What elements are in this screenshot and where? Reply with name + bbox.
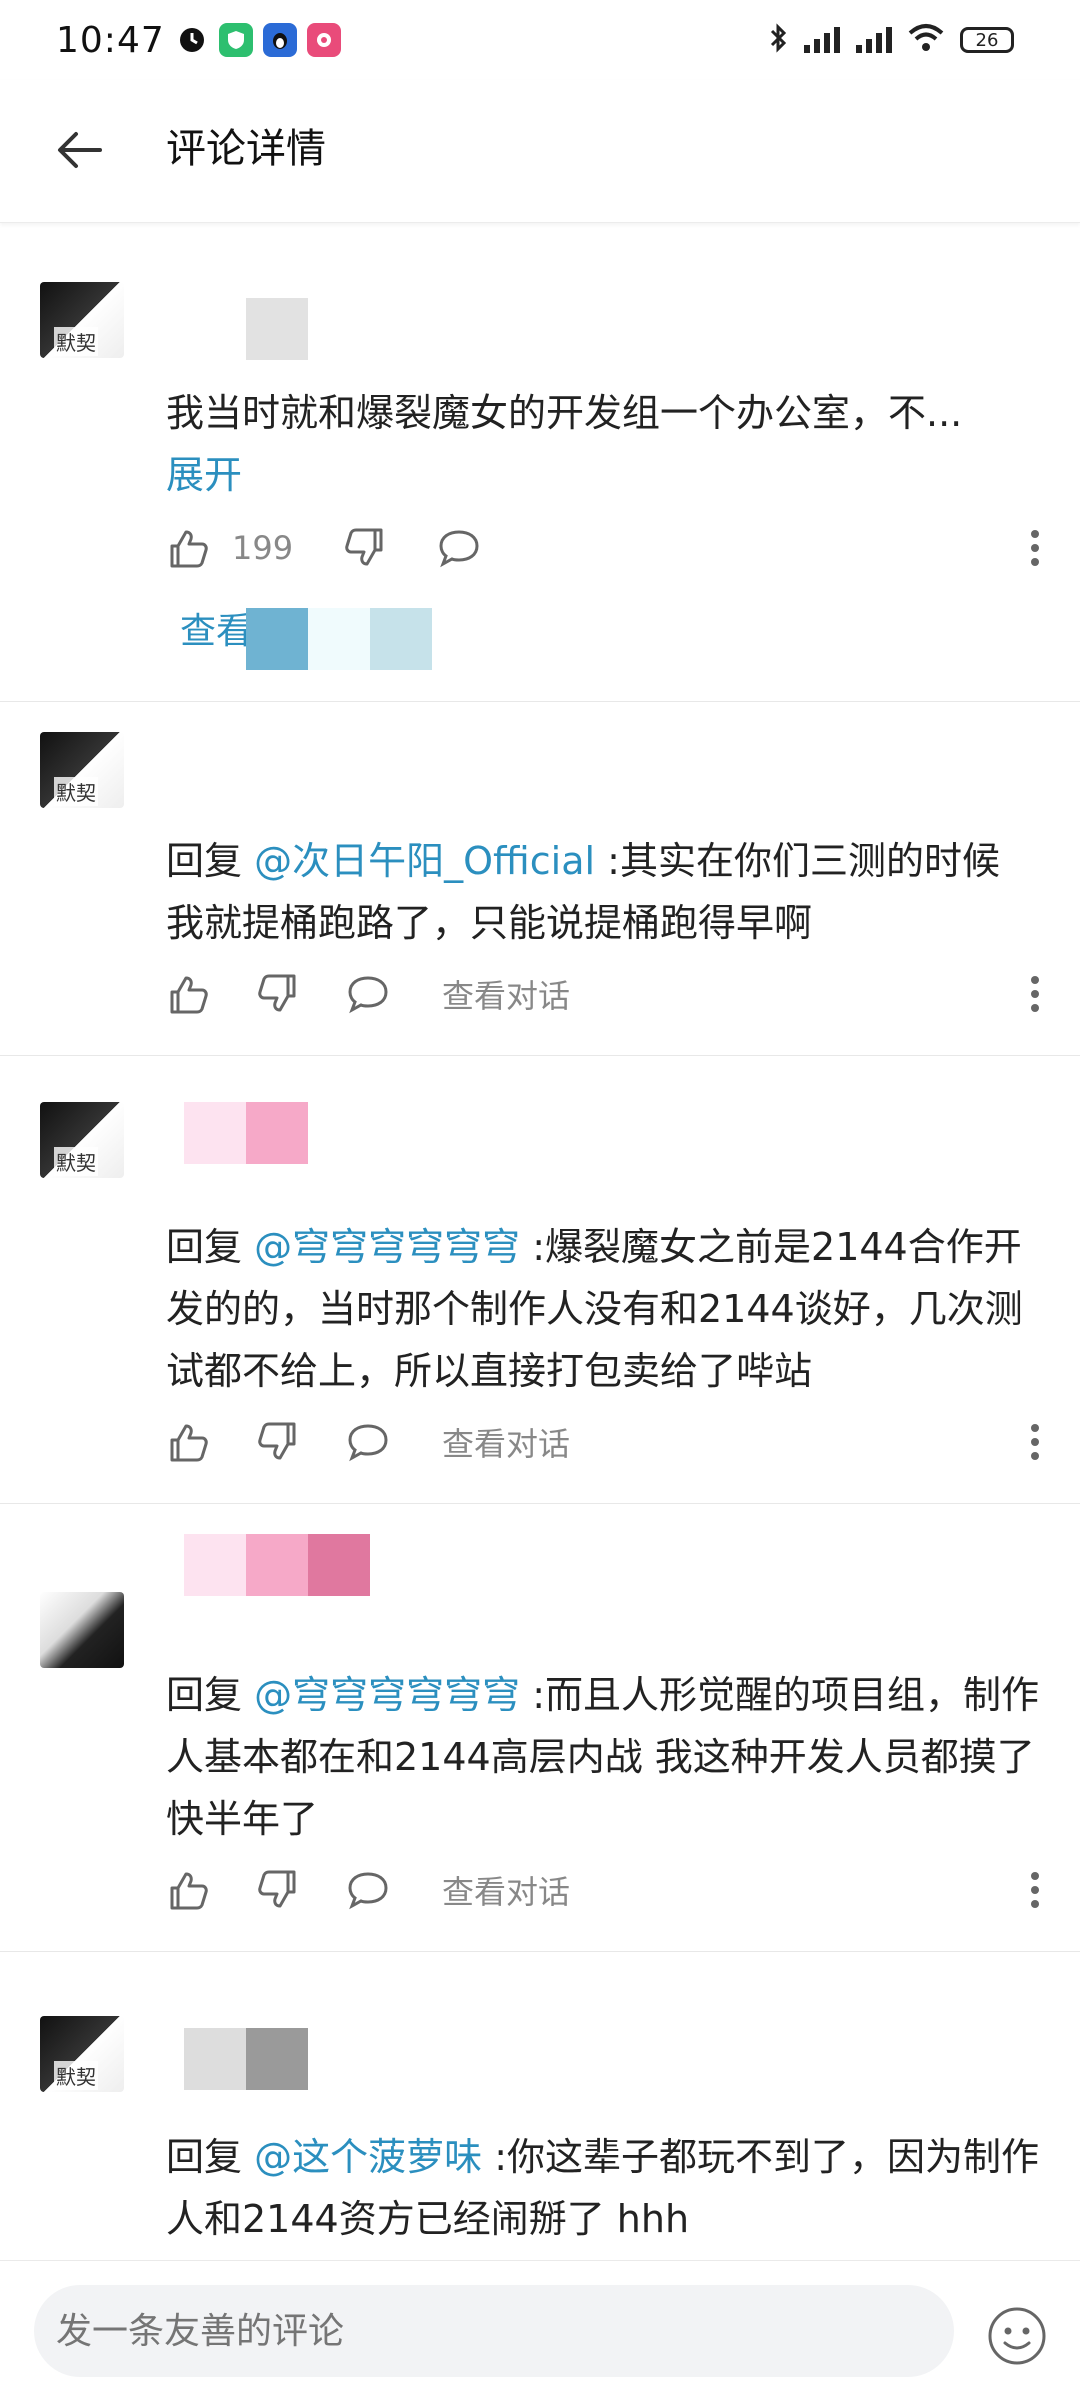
reply-prefix: 回复	[166, 839, 243, 883]
app-notification-icon	[306, 23, 341, 57]
wifi-icon	[908, 23, 944, 57]
mention-link[interactable]: @次日午阳_Official	[254, 839, 595, 883]
smiley-icon[interactable]	[986, 2305, 1048, 2367]
comment-text: 回复 @次日午阳_Official :其实在你们三测的时候 我就提桶跑路了，只能…	[166, 830, 1040, 954]
more-vertical-icon[interactable]	[1030, 1420, 1040, 1464]
shield-icon	[218, 23, 253, 57]
comment-text: 回复 @这个菠萝味 :你这辈子都玩不到了，因为制作人和2144资方已经闹掰了 h…	[166, 2126, 1040, 2250]
username-mosaic	[184, 2028, 308, 2090]
username-mosaic	[246, 298, 308, 360]
username-mosaic	[184, 1534, 370, 1596]
view-dialog-link[interactable]: 查看对话	[442, 1419, 570, 1465]
signal-icon	[856, 27, 892, 53]
thumbs-up-icon[interactable]	[166, 972, 210, 1016]
comment-item: 默契 回复 @穹穹穹穹穹穹 :爆裂魔女之前是2144合作开发的的，当时那个制作人…	[0, 1056, 1080, 1504]
comment-actions: 查看对话	[166, 1412, 1040, 1472]
mention-link[interactable]: @穹穹穹穹穹穹	[254, 1673, 520, 1717]
view-dialog-link[interactable]: 查看对话	[442, 1867, 570, 1913]
speech-bubble-icon[interactable]	[346, 972, 390, 1016]
thumbs-up-icon[interactable]	[166, 1420, 210, 1464]
avatar-name: 默契	[54, 1147, 98, 1176]
avatar-name: 默契	[54, 777, 98, 806]
penguin-icon	[262, 23, 297, 57]
back-arrow-icon[interactable]	[50, 120, 110, 180]
comment-actions: 199	[166, 518, 1040, 578]
thumbs-up-icon[interactable]	[166, 1868, 210, 1912]
battery-icon: 26	[960, 27, 1014, 53]
comment-actions: 查看对话	[166, 964, 1040, 1024]
page-title: 评论详情	[166, 126, 326, 172]
comment-list: 默契 我当时就和爆裂魔女的开发组一个办公室，不... 展开 199 查看视 默契…	[0, 222, 1080, 2260]
comment-text: 我当时就和爆裂魔女的开发组一个办公室，不...	[166, 391, 963, 435]
username-mosaic	[184, 1102, 308, 1164]
avatar-name: 默契	[54, 327, 98, 356]
avatar[interactable]	[40, 1592, 124, 1668]
reply-prefix: 回复	[166, 1225, 243, 1269]
reply-prefix: 回复	[166, 2135, 243, 2179]
thumbs-up-icon[interactable]	[166, 526, 210, 570]
speech-bubble-icon[interactable]	[437, 526, 481, 570]
avatar[interactable]: 默契	[40, 1102, 124, 1178]
more-vertical-icon[interactable]	[1030, 972, 1040, 1016]
avatar[interactable]: 默契	[40, 2016, 124, 2092]
comment-text: 回复 @穹穹穹穹穹穹 :爆裂魔女之前是2144合作开发的的，当时那个制作人没有和…	[166, 1216, 1040, 1402]
comment-item: 默契 我当时就和爆裂魔女的开发组一个办公室，不... 展开 199 查看视	[0, 222, 1080, 702]
expand-link[interactable]: 展开	[166, 444, 242, 499]
comment-item: 默契 回复 @这个菠萝味 :你这辈子都玩不到了，因为制作人和2144资方已经闹掰…	[0, 1952, 1080, 2260]
status-time: 10:47	[56, 19, 165, 61]
comment-input[interactable]	[34, 2285, 954, 2377]
thumbs-down-icon[interactable]	[343, 526, 387, 570]
comment-text: 回复 @穹穹穹穹穹穹 :而且人形觉醒的项目组，制作人基本都在和2144高层内战 …	[166, 1664, 1040, 1850]
top-app-bar: 评论详情	[0, 80, 1080, 223]
comment-actions: 查看对话	[166, 1860, 1040, 1920]
bluetooth-icon	[768, 23, 788, 57]
alarm-icon	[175, 23, 209, 57]
thumbs-down-icon[interactable]	[256, 972, 300, 1016]
replies-mosaic	[246, 608, 432, 670]
avatar-name: 默契	[54, 2061, 98, 2090]
avatar[interactable]: 默契	[40, 282, 124, 358]
speech-bubble-icon[interactable]	[346, 1868, 390, 1912]
mention-link[interactable]: @这个菠萝味	[254, 2135, 482, 2179]
signal-icon	[804, 27, 840, 53]
comment-item: 回复 @穹穹穹穹穹穹 :而且人形觉醒的项目组，制作人基本都在和2144高层内战 …	[0, 1504, 1080, 1952]
thumbs-down-icon[interactable]	[256, 1868, 300, 1912]
status-bar: 10:47 26	[0, 0, 1080, 80]
like-count: 199	[232, 529, 294, 567]
comment-input-bar	[0, 2260, 1080, 2401]
comment-item: 默契 回复 @次日午阳_Official :其实在你们三测的时候 我就提桶跑路了…	[0, 702, 1080, 1056]
more-vertical-icon[interactable]	[1030, 1868, 1040, 1912]
speech-bubble-icon[interactable]	[346, 1420, 390, 1464]
more-vertical-icon[interactable]	[1030, 526, 1040, 570]
view-dialog-link[interactable]: 查看对话	[442, 971, 570, 1017]
mention-link[interactable]: @穹穹穹穹穹穹	[254, 1225, 520, 1269]
thumbs-down-icon[interactable]	[256, 1420, 300, 1464]
avatar[interactable]: 默契	[40, 732, 124, 808]
reply-prefix: 回复	[166, 1673, 243, 1717]
